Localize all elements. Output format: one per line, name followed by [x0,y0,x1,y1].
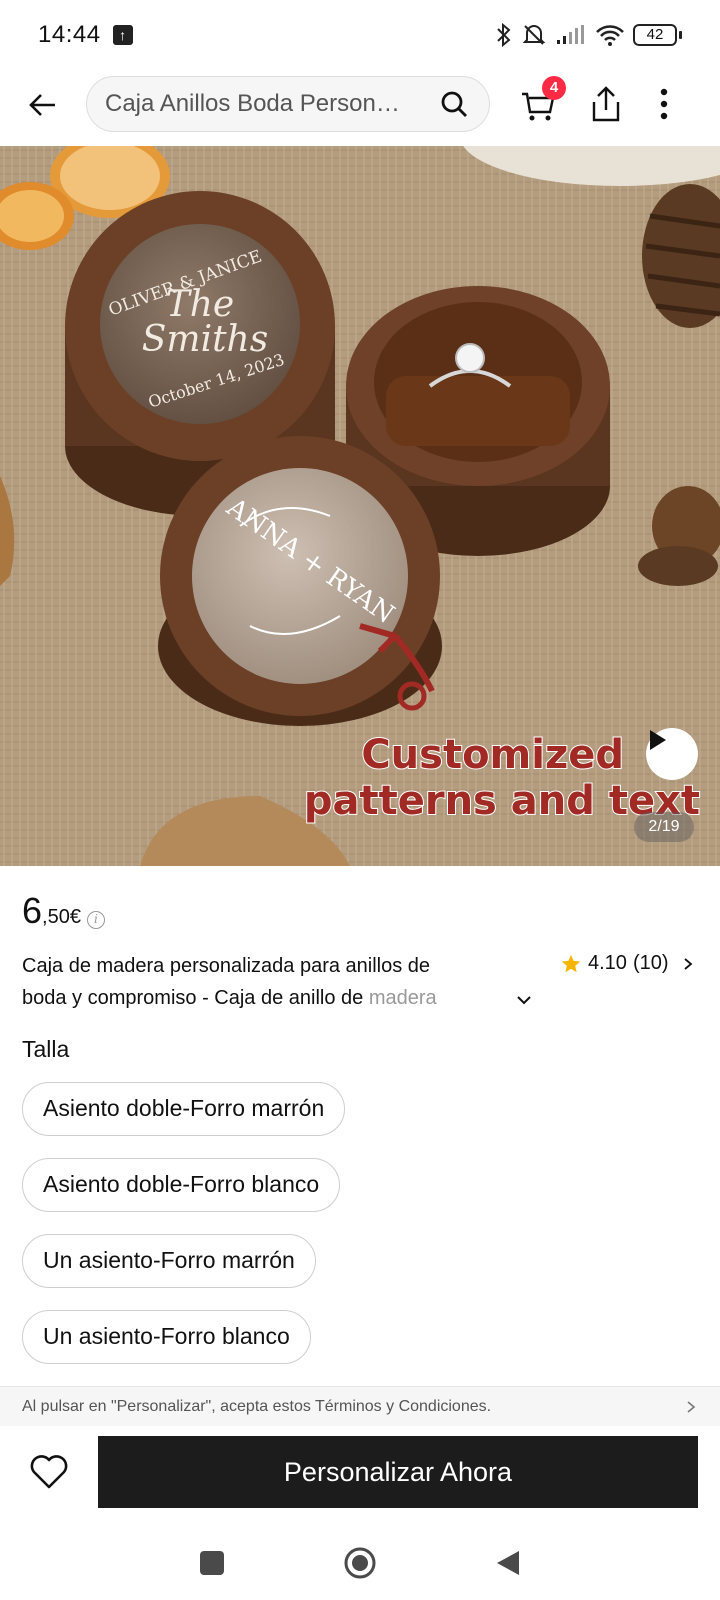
gallery-page-indicator: 2/19 [634,812,694,842]
upload-icon: ↑ [112,25,133,45]
back-triangle-icon[interactable] [495,1549,521,1577]
caption-line-2: patterns and text [303,777,701,825]
search-input[interactable]: Caja Anillos Boda Person… [86,76,490,132]
product-title: Caja de madera personalizada para anillo… [22,950,492,1014]
price-info-icon[interactable]: i [86,911,105,929]
heart-icon [30,1455,68,1489]
wishlist-button[interactable] [26,1448,72,1494]
more-options-button[interactable] [654,82,690,128]
product-rating[interactable]: 4.10 (10) [560,952,695,975]
price-decimal: ,50€ [42,906,81,928]
search-icon[interactable] [437,87,471,121]
size-label: Talla [22,1036,70,1062]
play-icon [650,730,666,750]
product-price: 6 ,50€ i [22,890,105,932]
rating-value: 4.10 [588,952,627,974]
top-app-bar: Caja Anillos Boda Person… 4 [0,70,720,146]
system-nav-bar [0,1526,720,1600]
svg-text:Smiths: Smiths [142,319,268,360]
status-icons: 42 [495,22,682,48]
review-count: (10) [632,952,669,974]
chevron-right-icon [687,1400,696,1413]
image-caption: Customized patterns and text [0,731,720,825]
chevron-right-icon [683,957,692,970]
muted-bell-icon [522,25,546,45]
share-button[interactable] [586,82,630,128]
play-video-button[interactable] [646,728,698,780]
title-line-2: boda y compromiso - Caja de anillo de [22,987,369,1009]
size-option[interactable]: Asiento doble-Forro blanco [22,1158,341,1212]
ring-box-front: ANNA + RYAN [158,436,442,726]
terms-notice[interactable]: Al pulsar en "Personalizar", acepta esto… [0,1386,720,1426]
status-bar: 14:44 ↑ 42 [0,0,720,70]
battery-level: 42 [633,24,677,46]
cart-button[interactable]: 4 [516,76,566,128]
product-gallery[interactable]: OLIVER & JANICE The Smiths October 14, 2… [0,146,720,866]
title-line-2-fade: madera [368,987,437,1009]
size-options: Asiento doble-Forro marrón Asiento doble… [22,1082,346,1364]
expand-title-chevron-icon[interactable] [514,990,534,1010]
bottom-action-bar: Personalizar Ahora [0,1426,720,1526]
cart-count-badge: 4 [542,76,566,100]
home-circle-icon[interactable] [343,1546,377,1580]
size-option[interactable]: Un asiento-Forro blanco [22,1310,311,1364]
signal-icon [557,25,584,44]
back-arrow-icon [29,94,55,116]
wifi-icon [596,25,624,46]
size-option[interactable]: Asiento doble-Forro marrón [22,1082,346,1136]
size-option[interactable]: Un asiento-Forro marrón [22,1234,316,1288]
star-icon [561,954,581,972]
terms-text: Al pulsar en "Personalizar", acepta esto… [22,1397,492,1415]
more-vert-icon [660,88,668,120]
back-button[interactable] [22,84,64,126]
battery-icon: 42 [633,24,682,46]
bluetooth-icon [497,22,511,48]
search-query: Caja Anillos Boda Person… [105,90,400,117]
recents-square-icon[interactable] [199,1550,225,1576]
personalize-now-button[interactable]: Personalizar Ahora [98,1436,698,1508]
share-icon [592,86,620,122]
price-integer: 6 [22,890,43,931]
caption-line-1: Customized [360,731,625,779]
title-line-1: Caja de madera personalizada para anillo… [22,955,431,977]
status-time: 14:44 [38,21,101,48]
